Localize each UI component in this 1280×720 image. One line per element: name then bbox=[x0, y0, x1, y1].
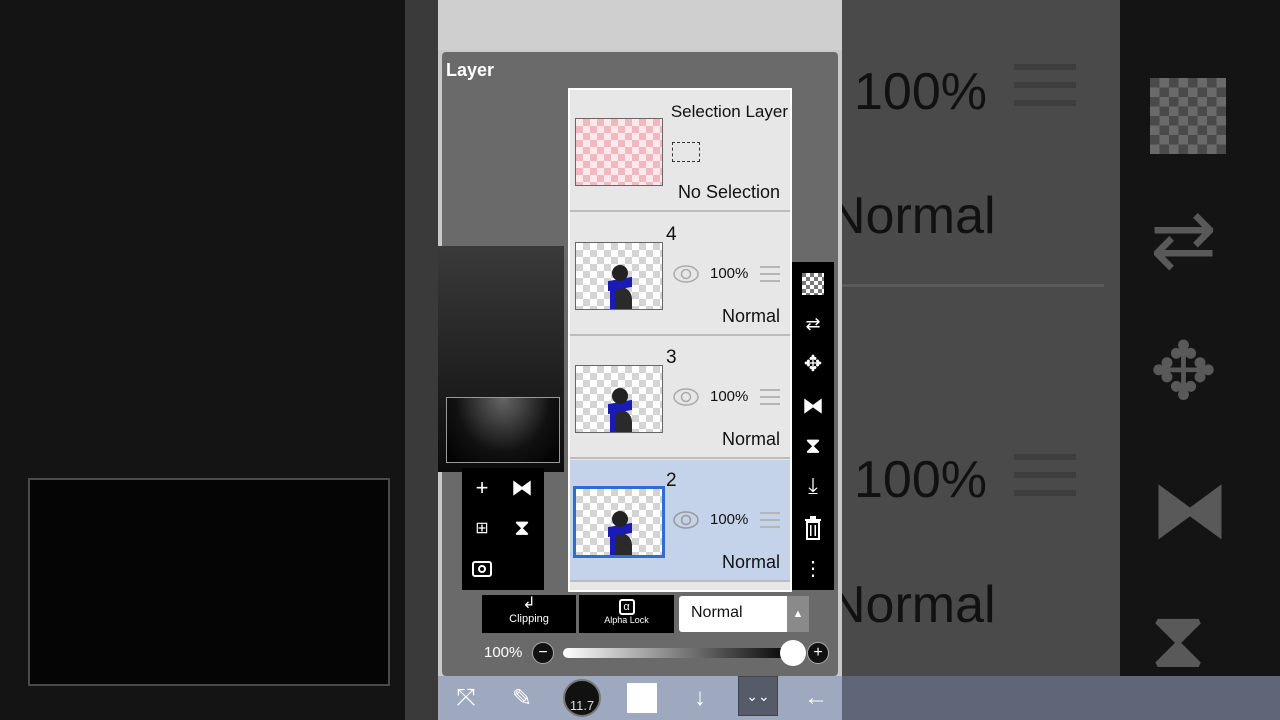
camera-icon bbox=[472, 561, 492, 577]
blend-mode-value: Normal bbox=[691, 604, 743, 621]
add-layer-copy-icon[interactable]: ⊞ bbox=[462, 508, 502, 548]
opacity-slider[interactable] bbox=[563, 648, 793, 658]
selection-layer-row[interactable]: Selection Layer No Selection bbox=[570, 90, 790, 212]
layer-dialog: Layer + ⧓ ⊞ ⧗ Selection Layer No Selecti… bbox=[438, 52, 838, 676]
merge-down-icon[interactable]: ⤓ bbox=[792, 466, 834, 506]
add-layer-icon[interactable]: + bbox=[462, 468, 502, 508]
color-swatch[interactable] bbox=[620, 676, 664, 720]
back-icon[interactable]: ← bbox=[794, 676, 838, 720]
flip-horizontal-icon[interactable]: ⧓ bbox=[792, 386, 834, 426]
background-toolbar bbox=[842, 676, 1280, 720]
layer-blend-mode: Normal bbox=[721, 552, 780, 572]
layer-blend-mode: Normal bbox=[721, 429, 780, 449]
background-blend-text: Normal bbox=[828, 576, 996, 634]
flip-vertical-icon[interactable]: ⧗ bbox=[502, 508, 542, 548]
screen: 100% Normal 100% Normal ⇄ ✥ ⧓ ⧗ Layer + … bbox=[0, 0, 1280, 720]
clipping-label: Clipping bbox=[509, 613, 549, 625]
dialog-title: Layer bbox=[446, 60, 495, 80]
dropdown-arrow-icon[interactable]: ▲ bbox=[787, 596, 809, 632]
transform-icon[interactable]: ⤧ bbox=[444, 676, 488, 720]
background-flip-vertical-icon: ⧗ bbox=[1150, 595, 1207, 684]
opacity-decrease-button[interactable]: − bbox=[532, 642, 554, 664]
clipping-icon: ↲ bbox=[522, 595, 536, 612]
alpha-lock-icon: α bbox=[618, 599, 635, 615]
background-checker-icon bbox=[1150, 78, 1226, 154]
background-move-icon: ✥ bbox=[1150, 327, 1218, 416]
camera-button[interactable] bbox=[462, 550, 504, 590]
layer-icon[interactable]: ⌄⌄ bbox=[738, 676, 778, 716]
layer-number: 3 bbox=[666, 347, 677, 368]
layer-list[interactable]: Selection Layer No Selection 4 100% Norm… bbox=[568, 88, 792, 592]
layer-thumbnail bbox=[575, 242, 663, 310]
layer-blend-mode: Normal bbox=[721, 306, 780, 326]
canvas-thumbnail[interactable] bbox=[446, 397, 560, 463]
background-handle-icon bbox=[1014, 454, 1076, 508]
bottom-toolbar: ⤧ ✎ 11.7 ↓ ⌄⌄ ← bbox=[438, 676, 842, 720]
alpha-lock-label: Alpha Lock bbox=[604, 615, 649, 625]
character-figure bbox=[608, 388, 634, 432]
brush-size-value: 11.7 bbox=[563, 679, 601, 717]
layer-row-2[interactable]: 2 100% Normal bbox=[570, 460, 790, 582]
opacity-increase-button[interactable]: + bbox=[807, 642, 829, 664]
layer-thumbnail bbox=[575, 365, 663, 433]
layer-opacity[interactable]: 100% bbox=[710, 265, 748, 282]
background-canvas-preview bbox=[28, 478, 390, 686]
swap-layers-icon[interactable]: ⇄ bbox=[792, 304, 834, 344]
opacity-label: 100% bbox=[484, 644, 523, 661]
app-screen: Layer + ⧓ ⊞ ⧗ Selection Layer No Selecti… bbox=[438, 0, 842, 720]
drag-handle-icon[interactable] bbox=[760, 266, 780, 287]
character-figure bbox=[608, 511, 634, 555]
move-icon[interactable]: ✥ bbox=[792, 344, 834, 384]
background-opacity-text: 100% bbox=[854, 63, 987, 121]
visibility-eye-icon[interactable] bbox=[672, 387, 700, 407]
layer-number: 2 bbox=[666, 470, 677, 491]
visibility-eye-icon[interactable] bbox=[672, 510, 700, 530]
selection-layer-thumbnail bbox=[575, 118, 663, 186]
selection-rect-icon bbox=[672, 142, 700, 162]
background-blend-text: Normal bbox=[828, 187, 996, 245]
drag-handle-icon[interactable] bbox=[760, 512, 780, 533]
more-icon[interactable]: ⋮ bbox=[792, 548, 834, 588]
character-figure bbox=[608, 265, 634, 309]
background-handle-icon bbox=[1014, 64, 1076, 118]
layer-number: 4 bbox=[666, 224, 677, 245]
layer-opacity[interactable]: 100% bbox=[710, 388, 748, 405]
drag-handle-icon[interactable] bbox=[760, 389, 780, 410]
flip-horizontal-icon[interactable]: ⧓ bbox=[502, 468, 542, 508]
background-opacity-text: 100% bbox=[854, 451, 987, 509]
blend-mode-select[interactable]: Normal ▲ bbox=[679, 596, 809, 632]
selection-status: No Selection bbox=[677, 182, 780, 202]
trash-icon[interactable] bbox=[792, 508, 834, 548]
layer-row-3[interactable]: 3 100% Normal bbox=[570, 337, 790, 459]
opacity-slider-knob[interactable] bbox=[780, 640, 806, 666]
selection-layer-name: Selection Layer bbox=[670, 102, 788, 121]
transparency-checker-icon[interactable] bbox=[792, 264, 834, 304]
clipping-button[interactable]: ↲ Clipping bbox=[482, 595, 576, 633]
layer-thumbnail bbox=[573, 486, 665, 558]
layer-opacity[interactable]: 100% bbox=[710, 511, 748, 528]
visibility-eye-icon[interactable] bbox=[672, 264, 700, 284]
brush-size-button[interactable]: 11.7 bbox=[560, 676, 604, 720]
top-area bbox=[438, 0, 842, 50]
background-divider bbox=[842, 284, 1104, 287]
alpha-lock-button[interactable]: α Alpha Lock bbox=[579, 595, 674, 633]
background-flip-icon: ⧓ bbox=[1150, 465, 1230, 554]
layer-action-strip: ⇄ ✥ ⧓ ⧗ ⤓ ⋮ bbox=[792, 262, 834, 590]
background-left-strip bbox=[405, 0, 438, 720]
background-swap-icon: ⇄ bbox=[1150, 195, 1218, 284]
flip-vertical-icon[interactable]: ⧗ bbox=[792, 426, 834, 466]
brush-icon[interactable]: ✎ bbox=[500, 676, 544, 720]
down-arrow-icon[interactable]: ↓ bbox=[678, 676, 722, 720]
layer-row-4[interactable]: 4 100% Normal bbox=[570, 214, 790, 336]
